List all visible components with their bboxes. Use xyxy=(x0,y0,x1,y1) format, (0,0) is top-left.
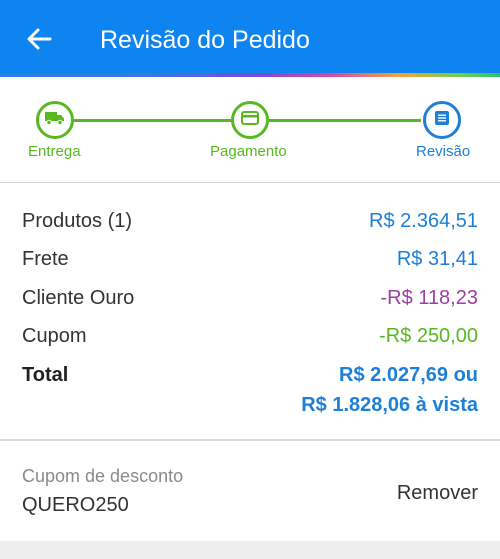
step-revisao[interactable] xyxy=(423,101,461,139)
summary-label-produtos: Produtos (1) xyxy=(22,210,133,232)
document-icon xyxy=(434,110,450,131)
truck-icon xyxy=(45,110,65,131)
step-label-entrega: Entrega xyxy=(28,143,81,160)
app-bar: Revisão do Pedido xyxy=(0,0,500,74)
arrow-left-icon[interactable] xyxy=(24,24,54,54)
summary-label-cupom: Cupom xyxy=(22,325,87,347)
coupon-section: Cupom de desconto QUERO250 Remover xyxy=(0,441,500,541)
summary-label-total: Total xyxy=(22,364,69,386)
step-entrega[interactable] xyxy=(36,101,74,139)
step-label-revisao: Revisão xyxy=(416,143,471,160)
summary-value-total: R$ 2.027,69 ou xyxy=(339,364,478,386)
coupon-label: Cupom de desconto xyxy=(22,466,184,486)
summary-label-cliente-ouro: Cliente Ouro xyxy=(22,287,135,309)
order-summary: Produtos (1) R$ 2.364,51 Frete R$ 31,41 … xyxy=(0,183,500,439)
summary-label-frete: Frete xyxy=(22,248,69,270)
step-pagamento[interactable] xyxy=(231,101,269,139)
checkout-stepper: Entrega Pagamento Revisão xyxy=(0,77,500,182)
credit-card-icon xyxy=(241,110,259,130)
page-title: Revisão do Pedido xyxy=(100,26,310,54)
summary-value-cliente-ouro: -R$ 118,23 xyxy=(380,287,478,309)
summary-value-produtos: R$ 2.364,51 xyxy=(369,210,478,232)
remove-coupon-button[interactable]: Remover xyxy=(397,481,478,505)
coupon-code: QUERO250 xyxy=(22,494,129,516)
summary-value-total-cash: R$ 1.828,06 à vista xyxy=(301,394,478,416)
summary-value-cupom: -R$ 250,00 xyxy=(379,325,478,347)
summary-value-frete: R$ 31,41 xyxy=(396,248,478,270)
step-label-pagamento: Pagamento xyxy=(210,143,287,160)
stepper-connector xyxy=(269,119,421,122)
stepper-connector xyxy=(73,119,231,122)
bottom-section-background xyxy=(0,541,500,559)
